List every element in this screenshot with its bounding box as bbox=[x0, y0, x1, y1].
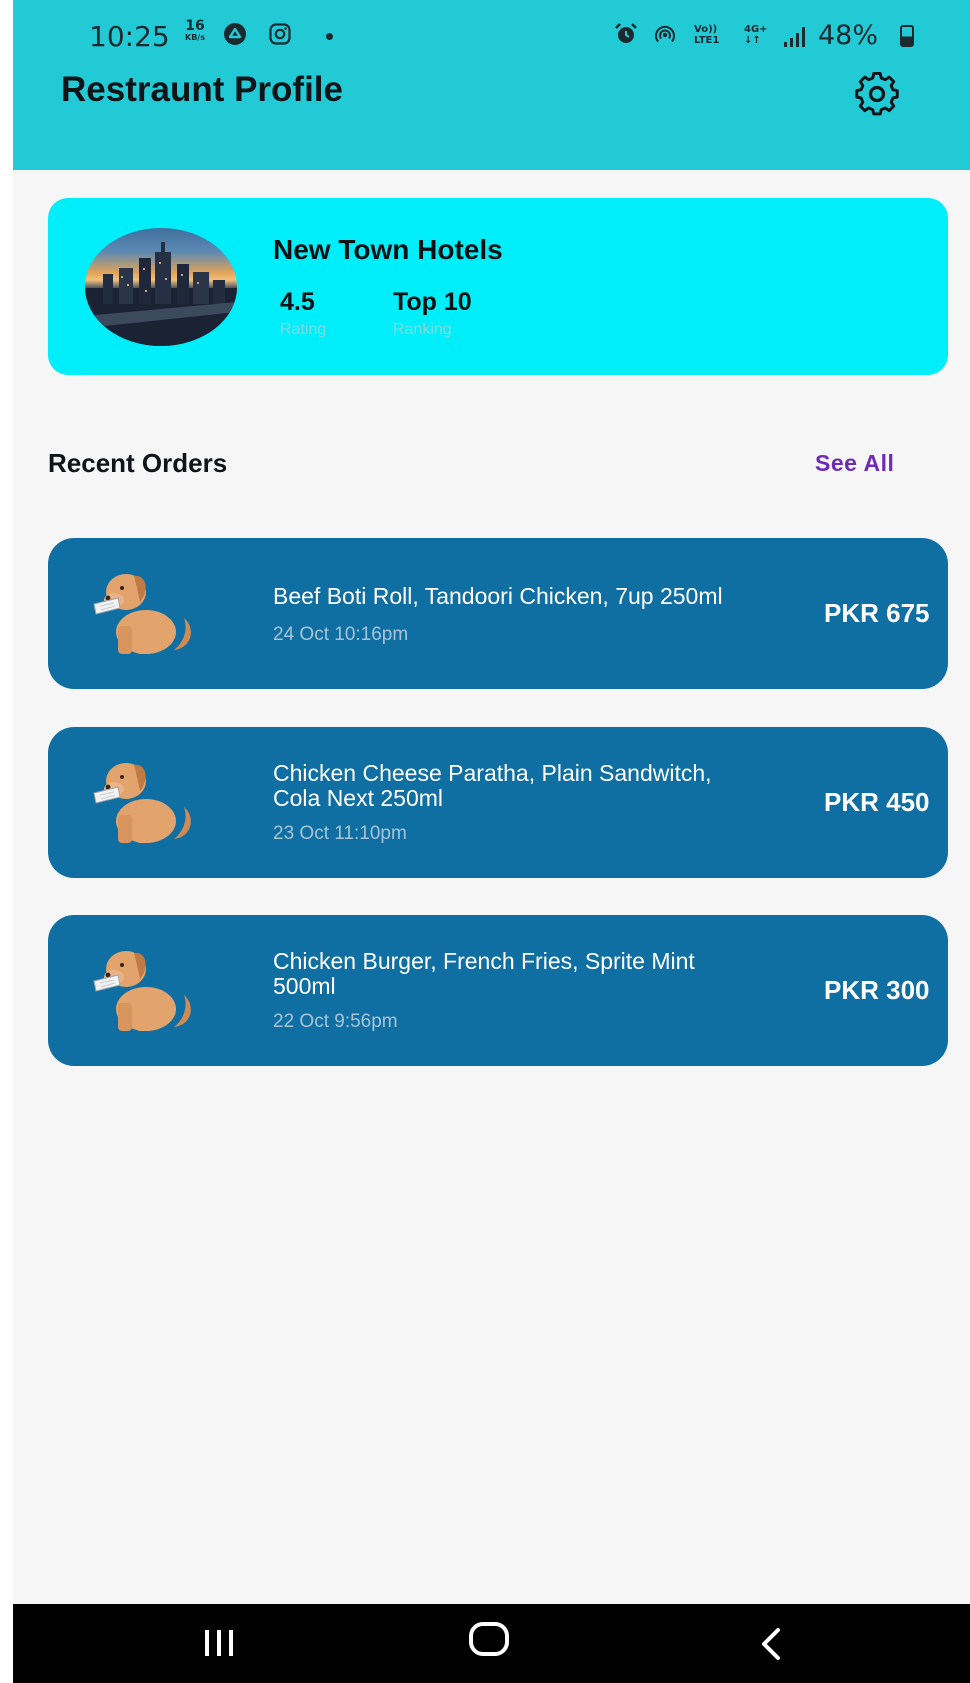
order-items: Chicken Burger, French Fries, Sprite Min… bbox=[273, 949, 793, 999]
rating-label: Rating bbox=[280, 321, 327, 338]
order-items: Chicken Cheese Paratha, Plain Sandwitch,… bbox=[273, 761, 793, 811]
signal-icon bbox=[784, 27, 805, 47]
instagram-icon bbox=[269, 23, 291, 45]
order-price: PKR 300 bbox=[824, 975, 930, 1005]
gear-icon[interactable] bbox=[853, 70, 901, 118]
network-speed-value: 16 bbox=[185, 18, 205, 34]
notification-dot-icon bbox=[326, 33, 333, 40]
order-date: 23 Oct 11:10pm bbox=[273, 823, 407, 844]
order-card[interactable]: Beef Boti Roll, Tandoori Chicken, 7up 25… bbox=[48, 538, 948, 689]
page-title: Restraunt Profile bbox=[61, 70, 343, 109]
order-date: 22 Oct 9:56pm bbox=[273, 1011, 398, 1032]
lte-label: LTE1 bbox=[694, 35, 720, 46]
rating-value: 4.5 bbox=[280, 288, 315, 316]
volte-indicator: Vo)) LTE1 bbox=[694, 24, 719, 46]
hotspot-icon bbox=[655, 25, 675, 43]
restaurant-name: New Town Hotels bbox=[273, 234, 503, 265]
navigation-app-icon bbox=[224, 23, 246, 45]
network-type-label: 4G+ bbox=[744, 24, 768, 35]
network-type-indicator: 4G+ ↓↑ bbox=[744, 24, 768, 46]
alarm-icon bbox=[615, 23, 637, 43]
volte-label: Vo)) bbox=[694, 24, 718, 35]
back-button[interactable] bbox=[756, 1626, 786, 1662]
app-screen: 10:25 16 KB/s Vo)) LTE1 4G+ ↓↑ 48% Restr… bbox=[13, 0, 970, 1683]
ranking-label: Ranking bbox=[393, 321, 452, 338]
dog-icon bbox=[93, 574, 191, 654]
dog-icon bbox=[93, 951, 191, 1031]
system-nav-bar bbox=[13, 1604, 970, 1683]
restaurant-avatar bbox=[85, 228, 237, 346]
order-items-line: Cola Next 250ml bbox=[273, 785, 444, 811]
order-card[interactable]: Chicken Burger, French Fries, Sprite Min… bbox=[48, 915, 948, 1066]
app-bar: 10:25 16 KB/s Vo)) LTE1 4G+ ↓↑ 48% Restr… bbox=[13, 0, 970, 170]
network-speed: 16 KB/s bbox=[185, 18, 205, 44]
dog-icon bbox=[93, 763, 191, 843]
network-speed-unit: KB/s bbox=[185, 33, 205, 42]
order-items-line: Chicken Cheese Paratha, Plain Sandwitch, bbox=[273, 760, 712, 786]
see-all-link[interactable]: See All bbox=[815, 450, 894, 477]
ranking-value: Top 10 bbox=[393, 288, 472, 316]
order-date: 24 Oct 10:16pm bbox=[273, 624, 409, 645]
status-time: 10:25 bbox=[89, 20, 170, 53]
city-skyline-image bbox=[85, 242, 237, 346]
status-bar: 10:25 16 KB/s Vo)) LTE1 4G+ ↓↑ 48% bbox=[13, 0, 970, 70]
battery-percent: 48% bbox=[818, 20, 879, 51]
order-items-line: Chicken Burger, French Fries, Sprite Min… bbox=[273, 948, 695, 974]
battery-icon bbox=[900, 25, 914, 47]
home-button[interactable] bbox=[469, 1622, 509, 1656]
order-card[interactable]: Chicken Cheese Paratha, Plain Sandwitch,… bbox=[48, 727, 948, 878]
recent-apps-button[interactable] bbox=[203, 1630, 239, 1656]
order-items: Beef Boti Roll, Tandoori Chicken, 7up 25… bbox=[273, 584, 793, 609]
recent-orders-title: Recent Orders bbox=[48, 448, 228, 478]
order-price: PKR 450 bbox=[824, 787, 930, 817]
data-activity-icon: ↓↑ bbox=[744, 35, 761, 46]
order-price: PKR 675 bbox=[824, 598, 930, 628]
order-items-line: Beef Boti Roll, Tandoori Chicken, 7up 25… bbox=[273, 583, 723, 609]
profile-card[interactable]: New Town Hotels 4.5 Rating Top 10 Rankin… bbox=[48, 198, 948, 375]
order-items-line: 500ml bbox=[273, 973, 336, 999]
